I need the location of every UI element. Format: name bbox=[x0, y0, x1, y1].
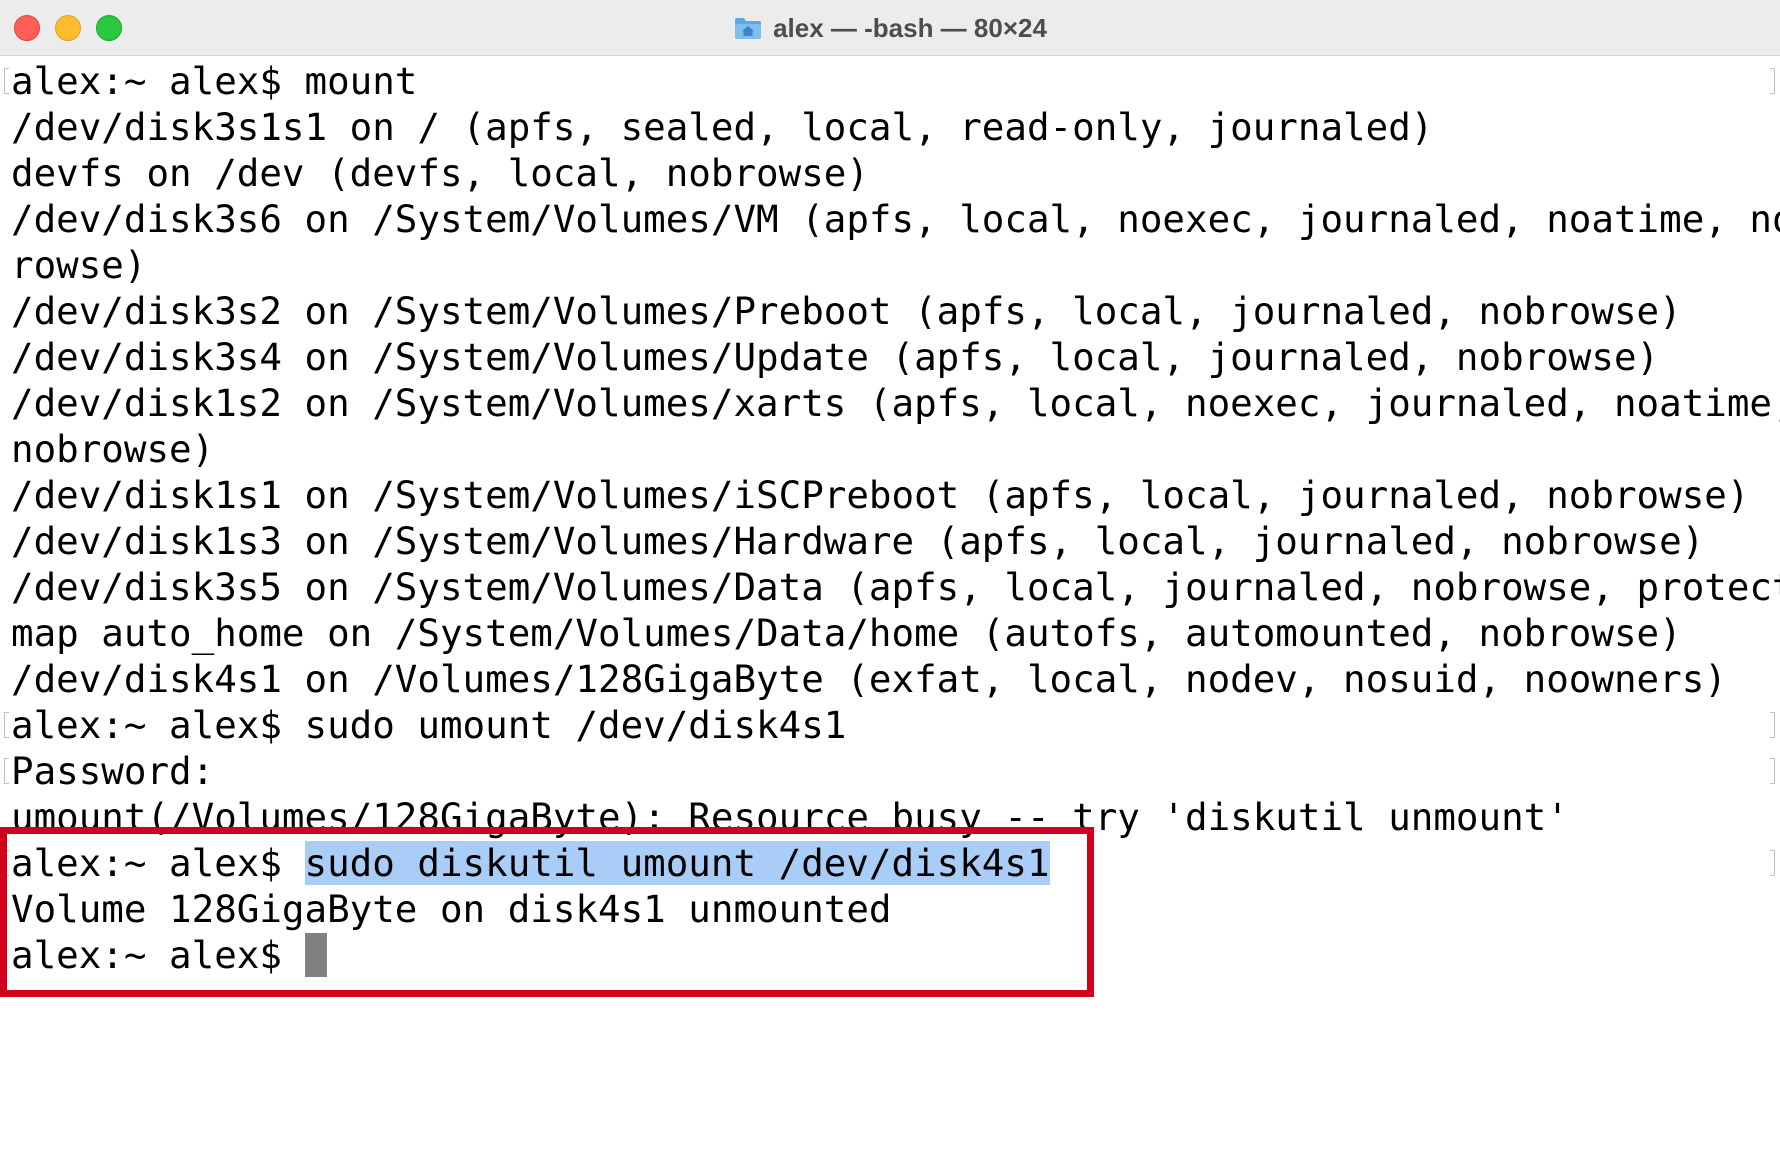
title-bar: alex — -bash — 80×24 bbox=[0, 0, 1780, 56]
terminal-line: /dev/disk4s1 on /Volumes/128GigaByte (ex… bbox=[11, 657, 1727, 701]
terminal-line: Volume 128GigaByte on disk4s1 unmounted bbox=[11, 887, 892, 931]
terminal-line: map auto_home on /System/Volumes/Data/ho… bbox=[11, 611, 1682, 655]
home-folder-icon bbox=[735, 18, 762, 39]
terminal-prompt-line: alex:~ alex$ bbox=[11, 932, 1780, 978]
window-title: alex — -bash — 80×24 bbox=[773, 12, 1047, 43]
terminal-line: /dev/disk3s2 on /System/Volumes/Preboot … bbox=[11, 289, 1682, 333]
terminal-line: /dev/disk1s2 on /System/Volumes/xarts (a… bbox=[11, 381, 1780, 425]
terminal-line: alex:~ alex$ sudo diskutil umount /dev/d… bbox=[4, 840, 1780, 886]
terminal-line: /dev/disk3s5 on /System/Volumes/Data (ap… bbox=[11, 565, 1780, 609]
terminal-line: /dev/disk3s6 on /System/Volumes/VM (apfs… bbox=[11, 197, 1780, 241]
terminal-line: nobrowse) bbox=[11, 427, 215, 471]
terminal-line: alex:~ alex$ sudo umount /dev/disk4s1 bbox=[4, 702, 1780, 748]
terminal-line: Password: bbox=[4, 748, 1780, 794]
selected-command[interactable]: sudo diskutil umount /dev/disk4s1 bbox=[304, 841, 1050, 885]
terminal-line: /dev/disk3s1s1 on / (apfs, sealed, local… bbox=[11, 105, 1434, 149]
terminal-output[interactable]: alex:~ alex$ mount /dev/disk3s1s1 on / (… bbox=[4, 58, 1780, 978]
terminal-line: devfs on /dev (devfs, local, nobrowse) bbox=[11, 151, 869, 195]
terminal-line: rowse) bbox=[11, 243, 147, 287]
terminal-line-clipped: umount(/Volumes/128GigaByte): Resource b… bbox=[11, 795, 1569, 839]
window-title-group: alex — -bash — 80×24 bbox=[0, 0, 1780, 56]
terminal-line: /dev/disk1s3 on /System/Volumes/Hardware… bbox=[11, 519, 1705, 563]
text-cursor bbox=[304, 932, 327, 977]
terminal-line: /dev/disk1s1 on /System/Volumes/iSCPrebo… bbox=[11, 473, 1750, 517]
terminal-line: /dev/disk3s4 on /System/Volumes/Update (… bbox=[11, 335, 1660, 379]
terminal-line: alex:~ alex$ mount bbox=[4, 58, 1780, 104]
